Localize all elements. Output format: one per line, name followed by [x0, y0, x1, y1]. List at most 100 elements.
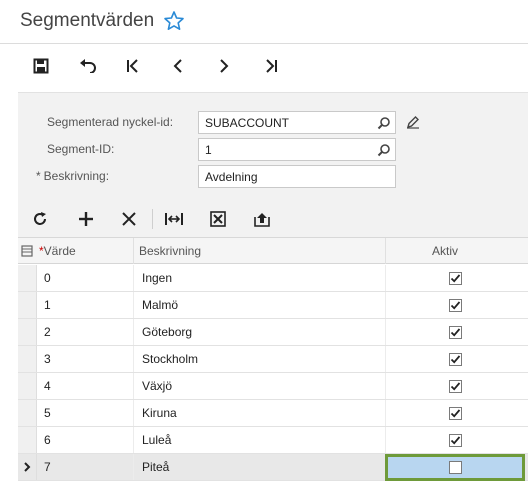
description-field[interactable]: Avdelning [198, 165, 396, 188]
cell-value[interactable]: 4 [44, 379, 51, 393]
undo-icon [79, 59, 97, 73]
next-icon [216, 58, 232, 74]
active-checkbox[interactable] [449, 434, 462, 447]
current-row-arrow-icon [23, 461, 31, 473]
upload-button[interactable] [250, 208, 274, 232]
row-indicator[interactable] [18, 427, 37, 453]
table-row[interactable]: 0 Ingen [18, 265, 528, 292]
active-checkbox[interactable] [449, 326, 462, 339]
active-checkbox[interactable] [449, 353, 462, 366]
segmented-key-row: Segmenterad nyckel-id: SUBACCOUNT [18, 111, 528, 135]
segment-id-row: Segment-ID: 1 [18, 138, 528, 162]
cell-description[interactable]: Luleå [142, 433, 171, 447]
toolbar-separator [152, 209, 153, 229]
segment-id-field[interactable]: 1 [198, 138, 396, 161]
save-icon [33, 58, 49, 74]
row-indicator[interactable] [18, 454, 37, 480]
cell-value[interactable]: 2 [44, 325, 51, 339]
cell-separator [133, 319, 134, 345]
cell-separator [385, 373, 386, 399]
active-checkbox[interactable] [449, 272, 462, 285]
favorite-star-icon[interactable] [163, 10, 185, 32]
cell-value[interactable]: 0 [44, 271, 51, 285]
row-indicator[interactable] [18, 292, 37, 318]
cell-separator [385, 427, 386, 453]
upload-icon [253, 211, 271, 230]
row-indicator[interactable] [18, 373, 37, 399]
table-row[interactable]: 1 Malmö [18, 292, 528, 319]
column-header-value[interactable]: *Värde [39, 244, 76, 258]
cell-description[interactable]: Stockholm [142, 352, 198, 366]
cell-description[interactable]: Kiruna [142, 406, 177, 420]
table-row[interactable]: 2 Göteborg [18, 319, 528, 346]
cell-value[interactable]: 7 [44, 460, 51, 474]
pencil-edit-icon[interactable] [406, 115, 420, 129]
cell-description[interactable]: Ingen [142, 271, 172, 285]
delete-row-button[interactable] [117, 208, 141, 232]
table-row[interactable]: 4 Växjö [18, 373, 528, 400]
cell-value[interactable]: 1 [44, 298, 51, 312]
cell-description[interactable]: Växjö [142, 379, 172, 393]
cell-separator [133, 346, 134, 372]
cell-separator [385, 400, 386, 426]
row-indicator[interactable] [18, 346, 37, 372]
cell-description[interactable]: Piteå [142, 460, 169, 474]
search-icon[interactable] [377, 116, 391, 130]
column-separator [385, 238, 386, 264]
description-label: * Beskrivning: [36, 169, 109, 183]
column-settings-icon[interactable] [21, 245, 33, 260]
cell-separator [385, 292, 386, 318]
cell-separator [133, 400, 134, 426]
cell-value[interactable]: 6 [44, 433, 51, 447]
cell-separator [133, 292, 134, 318]
table-row-selected[interactable]: 7 Piteå [18, 454, 528, 481]
main-toolbar [0, 45, 528, 87]
export-excel-button[interactable] [206, 208, 230, 232]
refresh-button[interactable] [28, 208, 52, 232]
first-record-button[interactable] [120, 53, 146, 79]
table-row[interactable]: 6 Luleå [18, 427, 528, 454]
last-icon [263, 58, 279, 74]
cell-description[interactable]: Malmö [142, 298, 178, 312]
cell-value[interactable]: 3 [44, 352, 51, 366]
column-header-description[interactable]: Beskrivning [139, 244, 201, 258]
segmented-key-label: Segmenterad nyckel-id: [47, 115, 174, 129]
search-icon[interactable] [377, 143, 391, 157]
table-row[interactable]: 5 Kiruna [18, 400, 528, 427]
undo-button[interactable] [75, 53, 101, 79]
grid-toolbar [18, 202, 528, 238]
segment-id-value: 1 [205, 143, 212, 157]
title-bar: Segmentvärden [0, 0, 528, 44]
row-indicator[interactable] [18, 265, 37, 291]
page-title: Segmentvärden [20, 10, 155, 31]
cell-description[interactable]: Göteborg [142, 325, 192, 339]
cell-separator [385, 346, 386, 372]
row-indicator[interactable] [18, 400, 37, 426]
refresh-icon [32, 211, 48, 230]
cell-separator [133, 373, 134, 399]
column-header-active[interactable]: Aktiv [432, 244, 458, 258]
active-checkbox[interactable] [449, 461, 462, 474]
fit-columns-button[interactable] [162, 208, 186, 232]
description-label-text: Beskrivning: [43, 169, 110, 183]
last-record-button[interactable] [258, 53, 284, 79]
save-button[interactable] [28, 53, 54, 79]
table-row[interactable]: 3 Stockholm [18, 346, 528, 373]
description-value: Avdelning [205, 170, 258, 184]
previous-record-button[interactable] [165, 53, 191, 79]
required-marker: * [36, 169, 41, 183]
add-row-button[interactable] [74, 208, 98, 232]
cell-separator [385, 265, 386, 291]
next-record-button[interactable] [211, 53, 237, 79]
cell-separator [133, 454, 134, 480]
active-checkbox[interactable] [449, 299, 462, 312]
form-panel: Segmenterad nyckel-id: SUBACCOUNT Segmen… [18, 92, 528, 202]
segmented-key-field[interactable]: SUBACCOUNT [198, 111, 396, 134]
close-icon [121, 211, 137, 230]
cell-separator [133, 265, 134, 291]
active-checkbox[interactable] [449, 407, 462, 420]
active-checkbox[interactable] [449, 380, 462, 393]
plus-icon [78, 211, 94, 230]
row-indicator[interactable] [18, 319, 37, 345]
cell-value[interactable]: 5 [44, 406, 51, 420]
